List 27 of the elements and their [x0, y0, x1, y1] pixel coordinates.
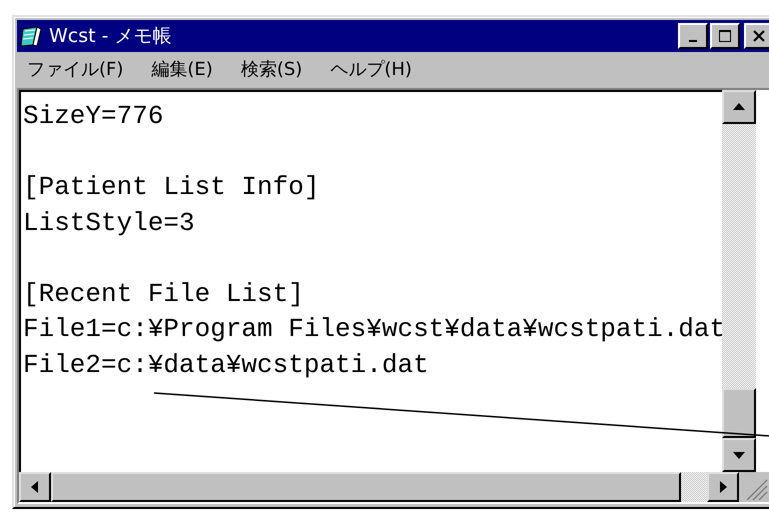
scroll-down-button[interactable] [722, 438, 756, 472]
scroll-thumb[interactable] [722, 388, 756, 438]
menu-item[interactable]: ファイル(F) [27, 57, 124, 81]
scroll-right-button[interactable] [707, 472, 739, 502]
text-line: [Recent File List] [23, 278, 304, 308]
minimize-icon [689, 40, 697, 42]
menu-item[interactable]: ヘルプ(H) [330, 57, 412, 81]
close-button[interactable] [744, 23, 769, 49]
vertical-scrollbar[interactable] [722, 90, 756, 472]
maximize-button[interactable] [710, 23, 740, 49]
notepad-icon [19, 25, 43, 47]
menu-item[interactable]: 検索(S) [240, 57, 302, 81]
text-line: SizeY=776 [23, 101, 164, 131]
down-triangle-icon [732, 450, 746, 460]
scroll-up-button[interactable] [722, 90, 756, 124]
minimize-button[interactable] [678, 23, 708, 49]
scroll-left-button[interactable] [19, 472, 51, 502]
text-line: File2=c:¥data¥wcstpati.dat [23, 350, 429, 380]
text-line: ListStyle=3 [23, 208, 195, 238]
maximize-icon [718, 29, 732, 43]
text-line: [Patient List Info] [23, 172, 320, 202]
up-triangle-icon [732, 102, 746, 112]
close-icon [752, 29, 766, 43]
left-triangle-icon [30, 480, 40, 494]
right-triangle-icon [718, 480, 728, 494]
window-title: Wcst - メモ帳 [49, 24, 173, 49]
menu-item[interactable]: 編集(E) [151, 57, 213, 81]
